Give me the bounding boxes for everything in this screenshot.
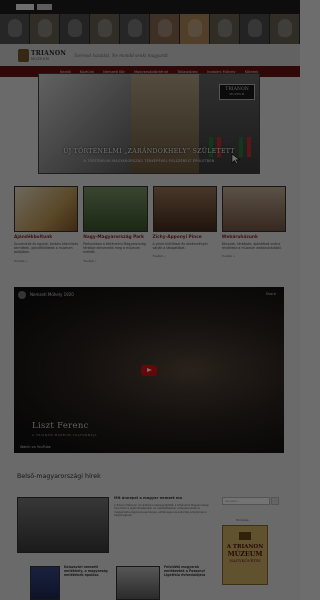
hero-badge-line1: TRIANON	[225, 87, 249, 92]
logo-name: TRIANON	[31, 49, 67, 57]
sidebar-search-input[interactable]: Keresés...	[222, 497, 270, 505]
feature-card[interactable]: Webáruházunk Könyvek, térképek, ajándéko…	[221, 186, 286, 263]
portrait-image	[240, 14, 270, 44]
play-icon[interactable]	[141, 365, 157, 376]
card-image	[152, 186, 217, 232]
news-feature-image[interactable]	[17, 497, 109, 553]
card-description: Szuvenírek és egyedi, kortárs kézműves t…	[14, 242, 79, 255]
portrait-image	[120, 14, 150, 44]
card-more-link[interactable]: Tovább »	[222, 254, 286, 258]
site-logo[interactable]: TRIANON MÚZEUM	[18, 48, 67, 62]
cursor-icon	[231, 153, 241, 165]
watch-on-youtube-link[interactable]: Watch on YouTube	[20, 445, 51, 449]
portrait-image	[180, 14, 210, 44]
card-caption: Ajándékboltunk	[14, 235, 53, 240]
ad-crest-icon	[239, 532, 251, 540]
card-more-link[interactable]: Tovább »	[153, 254, 217, 258]
portrait-image	[210, 14, 240, 44]
video-embed[interactable]: Nemzeti Műhely 1920 Share Liszt Ferenc A…	[14, 287, 284, 453]
channel-avatar[interactable]	[18, 291, 26, 299]
sidebar-search-button[interactable]	[271, 497, 279, 505]
hero-badge: TRIANON MÚZEUM	[219, 84, 255, 100]
hero-badge-line2: MÚZEUM	[229, 93, 245, 96]
page: TRIANON MÚZEUM Szeresd hazádat. Ne mondd…	[0, 0, 300, 600]
news-item-title[interactable]: Kolozsvári nemzeti emlékhely, a magyarsá…	[64, 565, 112, 577]
header: TRIANON MÚZEUM Szeresd hazádat. Ne mondd…	[0, 44, 300, 66]
news-item-image[interactable]	[30, 566, 60, 600]
portrait-image	[60, 14, 90, 44]
news-feature-title[interactable]: Mit ünnepel a magyar nemzet ma	[114, 496, 212, 500]
logo-sub: MÚZEUM	[31, 56, 50, 61]
top-search-button[interactable]	[37, 4, 52, 10]
portrait-strip	[0, 14, 300, 44]
hero-title: ÚJ TÖRTÉNELMI „ZARÁNDOKHELY” SZÜLETETT	[63, 148, 235, 155]
ad-line3: NAGYKÖVETEI	[229, 558, 261, 563]
card-caption: Zichy-Apponyi Pince	[152, 235, 202, 240]
feature-cards: Ajándékboltunk Szuvenírek és egyedi, kor…	[14, 186, 286, 263]
portrait-image	[30, 14, 60, 44]
video-overlay-caption: A TRIANON MÚZEUM CSATORNÁJA	[32, 433, 97, 437]
portrait-image	[0, 14, 30, 44]
card-description: A pince kiállításai és rendezvényei várj…	[152, 242, 208, 251]
video-overlay-name: Liszt Ferenc	[32, 421, 89, 431]
news-item-title[interactable]: Felvidéki magyarok emlékeztek a Pozsonyi…	[164, 565, 214, 577]
sidebar-ad[interactable]: A TRIANON MÚZEUM NAGYKÖVETEI	[222, 525, 268, 585]
video-title[interactable]: Nemzeti Műhely 1920	[30, 292, 74, 297]
card-description: Parkunkban a történelmi Magyarország tér…	[83, 242, 146, 255]
hero-subtitle: A TÖRTÉNELMI MAGYARORSZÁG TÉRKÉPÉVEL FEL…	[83, 159, 215, 163]
card-more-link[interactable]: Tovább »	[14, 259, 78, 263]
share-button[interactable]: Share	[266, 292, 276, 296]
card-caption: Nagy-Magyarország Park	[83, 235, 144, 240]
card-image	[221, 186, 286, 232]
portrait-image	[90, 14, 120, 44]
portrait-image	[270, 14, 300, 44]
card-more-link[interactable]: Tovább »	[83, 259, 147, 263]
feature-card[interactable]: Ajándékboltunk Szuvenírek és egyedi, kor…	[14, 186, 79, 263]
card-description: Könyvek, térképek, ajándékok online rend…	[221, 242, 282, 251]
feature-card[interactable]: Zichy-Apponyi Pince A pince kiállításai …	[152, 186, 217, 263]
feature-card[interactable]: Nagy-Magyarország Park Parkunkban a tört…	[83, 186, 148, 263]
card-image	[14, 186, 79, 232]
portrait-image	[150, 14, 180, 44]
news-feature-excerpt: A Trianon Múzeum munkatársai összegyűjtö…	[114, 504, 209, 517]
site-motto: Szeresd hazádat. Ne mondd senki magyarát	[74, 52, 168, 58]
news-item-image[interactable]	[116, 566, 160, 600]
hero-banner[interactable]: TRIANON MÚZEUM ÚJ TÖRTÉNELMI „ZARÁNDOKHE…	[38, 73, 260, 174]
news-section-title: Belső-magyarországi hírek	[17, 473, 101, 480]
ad-line2: MÚZEUM	[227, 550, 263, 558]
card-caption: Webáruházunk	[221, 235, 258, 240]
sidebar-label: Hirdetés	[236, 518, 249, 522]
top-search-input[interactable]	[16, 4, 34, 10]
top-bar	[0, 0, 300, 14]
card-image	[83, 186, 148, 232]
crest-icon	[18, 48, 29, 62]
